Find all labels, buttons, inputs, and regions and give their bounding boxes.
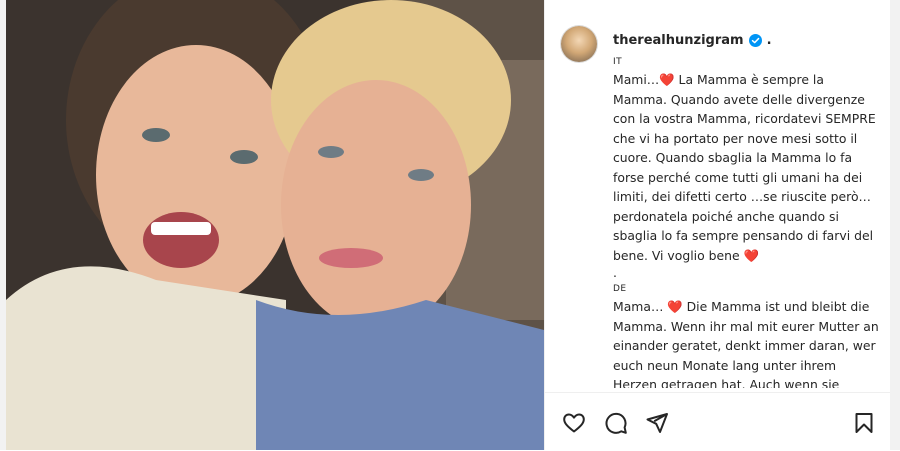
page-background-right	[890, 0, 900, 450]
like-button[interactable]	[561, 410, 587, 436]
caption-lang-de: DE	[613, 284, 627, 294]
username-suffix: .	[766, 33, 772, 48]
share-button[interactable]	[644, 410, 670, 436]
photo-image	[6, 0, 544, 450]
post-caption: IT Mami…❤️ La Mamma è sempre la Mamma. Q…	[613, 54, 879, 388]
avatar[interactable]	[561, 26, 597, 62]
instagram-post-screenshot: therealhunzigram . IT Mami…❤️ La Mamma è…	[0, 0, 900, 450]
username-link[interactable]: therealhunzigram	[613, 33, 744, 48]
caption-separator: .	[613, 265, 617, 280]
comment-button[interactable]	[603, 410, 629, 436]
post-actions-bar	[545, 392, 891, 451]
verified-badge-icon	[748, 34, 762, 47]
post-sidebar: therealhunzigram . IT Mami…❤️ La Mamma è…	[544, 0, 891, 450]
post-photo[interactable]	[6, 0, 544, 450]
caption-text-it: Mami…❤️ La Mamma è sempre la Mamma. Quan…	[613, 72, 876, 263]
caption-lang-it: IT	[613, 57, 623, 67]
heart-icon	[563, 413, 585, 433]
bookmark-icon	[855, 413, 873, 433]
comment-icon	[605, 412, 627, 434]
username-row: therealhunzigram .	[613, 33, 772, 48]
save-button[interactable]	[851, 410, 877, 436]
caption-text-de: Mama… ❤️ Die Mamma ist und bleibt die Ma…	[613, 299, 879, 388]
share-icon	[646, 413, 668, 433]
